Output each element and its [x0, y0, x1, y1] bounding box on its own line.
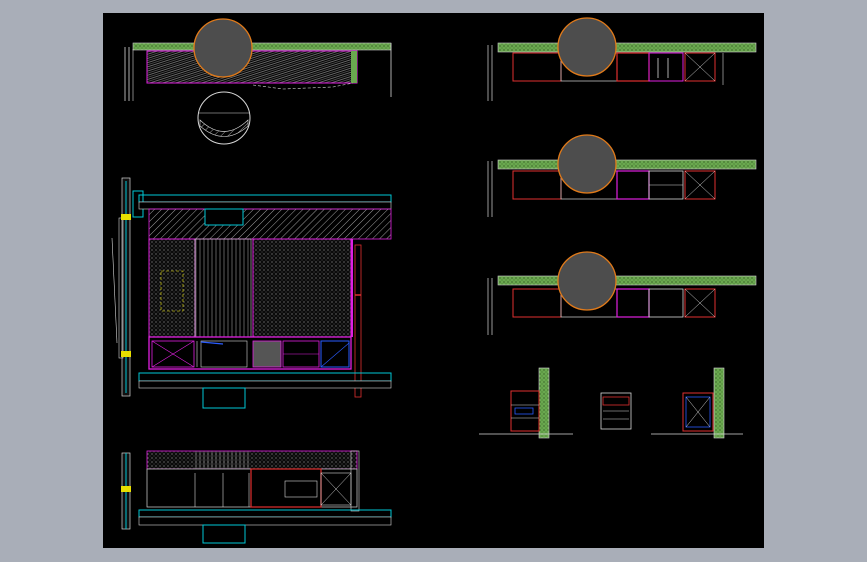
- plan-view-top-left[interactable]: [124, 42, 392, 145]
- cad-viewer-window: [0, 0, 867, 562]
- callout-circle-2[interactable]: [557, 17, 617, 77]
- plan-view-right-2[interactable]: [487, 159, 757, 217]
- plan-view-right-1[interactable]: [487, 42, 757, 101]
- callout-circle-1[interactable]: [193, 18, 253, 78]
- kitchen-elevation-lower[interactable]: [121, 450, 392, 544]
- kitchen-elevation-main[interactable]: [111, 177, 392, 409]
- drawing-canvas[interactable]: [103, 13, 764, 548]
- plan-view-right-3[interactable]: [487, 275, 757, 335]
- callout-circle-4[interactable]: [557, 251, 617, 311]
- callout-circle-3[interactable]: [557, 134, 617, 194]
- section-details-row[interactable]: [479, 367, 743, 439]
